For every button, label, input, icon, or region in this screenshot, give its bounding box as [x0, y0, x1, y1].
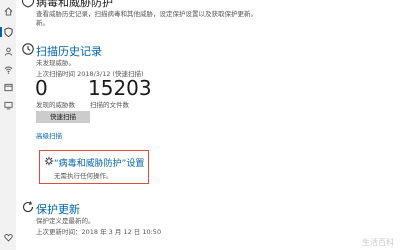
shield-icon[interactable]: [0, 27, 13, 37]
main-content: 病毒和威胁防护 查看威胁历史记录，扫描病毒和其他威胁，设定保护设置以及获取保护更…: [16, 0, 400, 250]
threats-found-label: 发现的威胁数: [36, 101, 75, 109]
wifi-icon[interactable]: [3, 64, 13, 74]
virus-protection-shield-icon: [21, 0, 35, 8]
files-scanned-count: 15203: [88, 76, 152, 100]
page-description-line1: 查看威胁历史记录，扫描病毒和其他威胁，设定保护设置以及获取保护更新。: [36, 10, 257, 18]
app-browser-icon[interactable]: [3, 82, 13, 92]
history-clock-icon: [21, 42, 35, 56]
advanced-scan-link[interactable]: 高级扫描: [36, 130, 62, 140]
scan-status-text: 未发现威胁。: [36, 59, 75, 67]
update-refresh-icon: [21, 200, 35, 214]
virus-threat-settings-link[interactable]: “病毒和威胁防护”设置: [54, 156, 144, 169]
files-scanned-label: 扫描的文件数: [90, 101, 129, 109]
navigation-sidebar: [0, 0, 16, 250]
quick-scan-button[interactable]: 快速扫描: [36, 111, 90, 123]
last-update-text: 上次更新时间：2018 年 3 月 12 日 10:50: [36, 228, 162, 236]
settings-gear-icon: [44, 156, 54, 166]
settings-description: 无需执行任何操作。: [54, 172, 113, 180]
update-status-text: 保护定义是最新的。: [36, 217, 95, 225]
page-description-line2: 新。: [36, 19, 49, 27]
device-security-icon[interactable]: [3, 100, 13, 110]
threats-found-count: 0: [35, 76, 48, 100]
person-icon[interactable]: [3, 46, 13, 56]
heart-icon[interactable]: [3, 232, 13, 242]
watermark-text: 生活百科: [362, 238, 394, 247]
home-icon[interactable]: [3, 6, 13, 16]
